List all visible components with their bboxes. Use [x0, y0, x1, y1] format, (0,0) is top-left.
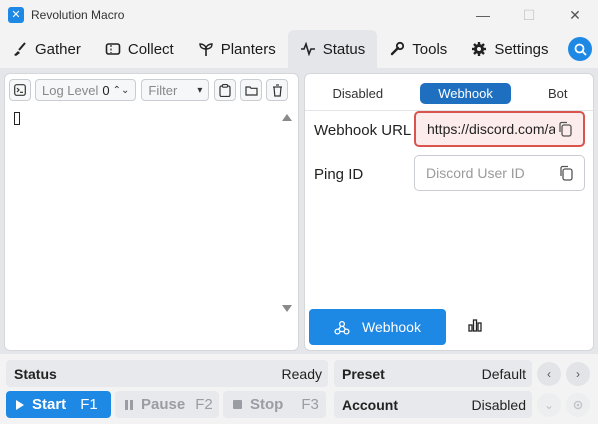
clipboard-icon — [219, 83, 231, 97]
start-button[interactable]: Start F1 — [6, 391, 111, 418]
console-button[interactable] — [9, 79, 31, 101]
status-row: Status Ready — [6, 360, 328, 387]
sprout-icon — [198, 41, 214, 57]
broom-icon — [12, 41, 28, 57]
copy-icon[interactable] — [558, 165, 574, 181]
notification-panel: Disabled Webhook Bot Webhook URL https:/… — [304, 73, 594, 351]
chevron-right-icon: › — [576, 367, 580, 381]
app-logo-icon: ✕ — [8, 7, 24, 23]
webhook-url-label: Webhook URL — [314, 122, 412, 139]
wrench-icon — [389, 41, 405, 57]
preset-row[interactable]: Preset Default — [334, 360, 532, 387]
tab-label: Gather — [35, 40, 81, 58]
stop-button[interactable]: Stop F3 — [223, 391, 326, 418]
ping-id-label: Ping ID — [314, 166, 364, 183]
tab-settings[interactable]: Settings — [459, 30, 560, 68]
scroll-down-arrow[interactable] — [282, 305, 292, 312]
ticket-icon — [105, 41, 121, 57]
terminal-icon — [14, 84, 26, 96]
window-controls: — ☐ ✕ — [460, 0, 598, 30]
copy-icon[interactable] — [557, 121, 573, 137]
pause-hotkey: F2 — [195, 396, 213, 413]
chevron-down-icon: ▾ — [197, 84, 203, 96]
account-row[interactable]: Account Disabled — [334, 391, 532, 418]
account-value: Disabled — [471, 396, 526, 413]
search-icon — [574, 43, 587, 56]
trash-icon — [272, 83, 283, 97]
stats-chart-icon[interactable] — [468, 319, 482, 335]
paste-button[interactable] — [214, 79, 237, 101]
main-tabs: Gather Collect Planters Status Tools Set… — [0, 30, 598, 68]
macro-controls: Start F1 Pause F2 Stop F3 — [6, 391, 326, 418]
tab-label: Status — [322, 40, 366, 58]
search-button[interactable] — [568, 37, 592, 61]
account-label: Account — [342, 396, 398, 413]
tab-status[interactable]: Status — [287, 30, 378, 68]
folder-icon — [245, 85, 258, 96]
text-cursor — [14, 112, 20, 125]
pulse-icon — [300, 41, 316, 57]
tab-label: Planters — [220, 40, 276, 58]
scroll-up-arrow[interactable] — [282, 114, 292, 121]
preset-next-button[interactable]: › — [566, 362, 590, 386]
chevron-up-down-icon: ⌃⌄ — [112, 84, 130, 96]
webhook-url-input[interactable]: https://discord.com/api — [414, 111, 585, 147]
pause-label: Pause — [141, 396, 186, 413]
chevron-left-icon: ‹ — [547, 367, 551, 381]
filter-label: Filter — [148, 82, 178, 98]
preset-prev-button[interactable]: ‹ — [537, 362, 561, 386]
pause-button[interactable]: Pause F2 — [115, 391, 219, 418]
tab-label: Settings — [494, 40, 549, 58]
gear-icon — [572, 399, 584, 411]
stop-icon — [232, 399, 243, 410]
window-title: Revolution Macro — [31, 8, 125, 22]
close-button[interactable]: ✕ — [552, 0, 598, 30]
segment-bot[interactable]: Bot — [530, 83, 586, 104]
tab-label: Tools — [412, 40, 448, 58]
tab-tools[interactable]: Tools — [377, 30, 459, 68]
status-value: Ready — [281, 365, 322, 382]
chevron-down-icon: ⌄ — [543, 398, 555, 412]
log-level-label: Log Level — [42, 82, 99, 98]
clear-log-button[interactable] — [266, 79, 289, 101]
account-settings-button[interactable] — [566, 393, 590, 417]
play-icon — [15, 399, 25, 411]
segment-disabled[interactable]: Disabled — [315, 83, 402, 104]
start-label: Start — [32, 396, 67, 413]
status-label: Status — [14, 365, 57, 382]
minimize-button[interactable]: — — [460, 0, 506, 30]
status-page: Log Level 0 ⌃⌄ Filter ▾ Disabled Webhook… — [0, 68, 598, 354]
preset-value: Default — [481, 365, 526, 382]
webhook-icon — [334, 320, 350, 335]
open-folder-button[interactable] — [240, 79, 263, 101]
webhook-url-value: https://discord.com/api — [427, 121, 555, 137]
tab-gather[interactable]: Gather — [0, 30, 93, 68]
maximize-button[interactable]: ☐ — [506, 0, 552, 30]
notification-mode-selector: Disabled Webhook Bot — [305, 81, 595, 105]
account-dropdown-button[interactable]: ⌄ — [537, 393, 561, 417]
control-bar: Status Ready Start F1 Pause F2 Stop F3 P… — [0, 354, 598, 424]
tab-label: Collect — [127, 40, 174, 58]
ping-id-input[interactable]: Discord User ID — [414, 155, 585, 191]
webhook-button[interactable]: Webhook — [309, 309, 446, 345]
segment-webhook[interactable]: Webhook — [420, 82, 511, 104]
webhook-button-label: Webhook — [362, 319, 421, 335]
tab-collect[interactable]: Collect — [93, 30, 186, 68]
gear-icon — [471, 41, 487, 57]
log-level-value: 0 — [102, 82, 110, 98]
log-toolbar: Log Level 0 ⌃⌄ Filter ▾ — [9, 78, 292, 102]
start-hotkey: F1 — [80, 396, 98, 413]
stop-hotkey: F3 — [301, 396, 319, 413]
stop-label: Stop — [250, 396, 284, 413]
log-level-select[interactable]: Log Level 0 ⌃⌄ — [35, 79, 137, 101]
ping-id-placeholder: Discord User ID — [426, 165, 525, 181]
preset-label: Preset — [342, 365, 385, 382]
log-output[interactable] — [10, 108, 280, 344]
filter-select[interactable]: Filter ▾ — [141, 79, 210, 101]
pause-icon — [124, 399, 134, 411]
tab-planters[interactable]: Planters — [186, 30, 288, 68]
title-bar: ✕ Revolution Macro — ☐ ✕ — [0, 0, 598, 30]
log-panel: Log Level 0 ⌃⌄ Filter ▾ — [4, 73, 299, 351]
